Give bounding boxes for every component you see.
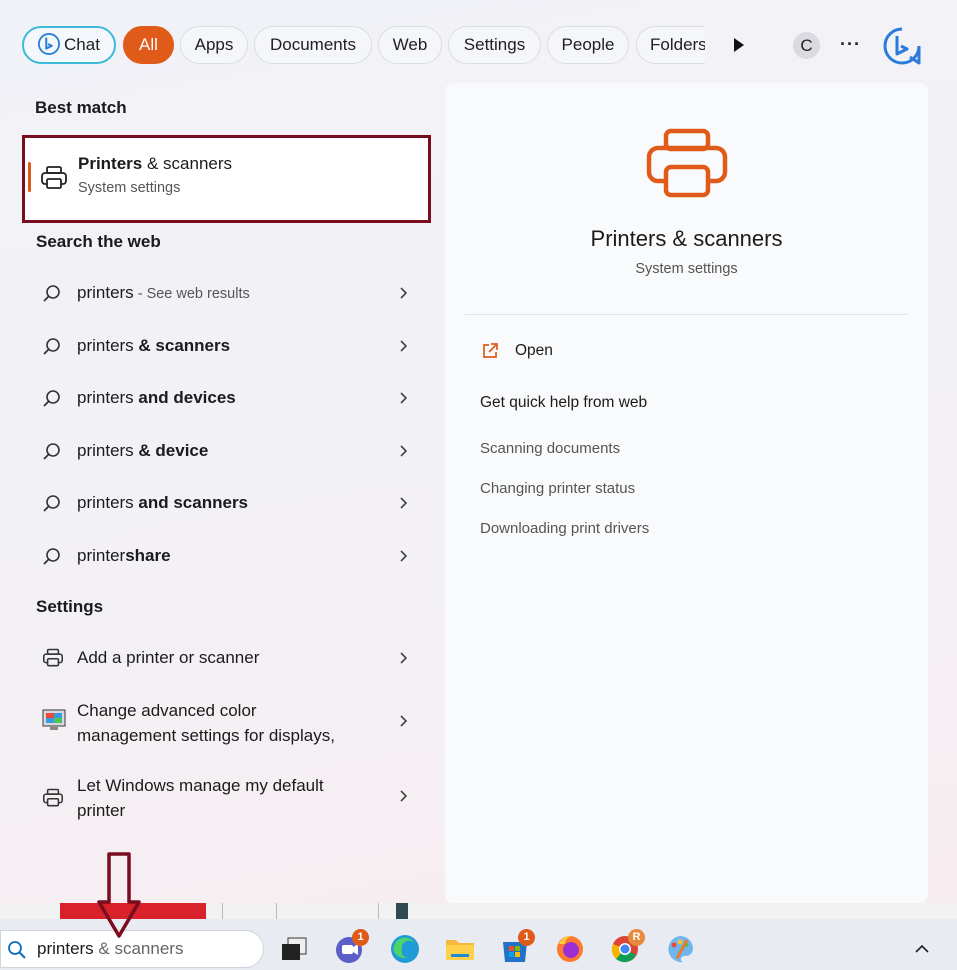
- chevron-right-icon: [400, 287, 408, 299]
- help-link[interactable]: Changing printer status: [480, 480, 635, 497]
- settings-result-item[interactable]: Change advanced color management setting…: [30, 698, 420, 750]
- quick-help-heading: Get quick help from web: [480, 394, 648, 411]
- chevron-right-icon: [400, 445, 408, 457]
- background-divider: [222, 903, 223, 919]
- web-result-item[interactable]: printers and devices: [30, 385, 420, 411]
- settings-result-item[interactable]: Let Windows manage my default printer: [30, 773, 420, 825]
- chevron-right-icon: [400, 497, 408, 509]
- detail-subtitle: System settings: [635, 261, 738, 277]
- edge-browser-icon[interactable]: [388, 932, 422, 966]
- web-result-text: printers & scanners: [77, 336, 231, 355]
- detail-title: Printers & scanners: [590, 226, 783, 251]
- web-result-item[interactable]: printers - See web results: [30, 280, 420, 306]
- notification-badge: 1: [518, 929, 535, 946]
- search-icon: [8, 941, 26, 959]
- tab-all[interactable]: All: [123, 26, 174, 64]
- best-match-heading: Best match: [35, 98, 127, 117]
- tab-web[interactable]: Web: [378, 26, 442, 64]
- tab-folders[interactable]: Folders: [636, 26, 705, 64]
- printer-large-icon: [646, 128, 728, 198]
- account-avatar[interactable]: C: [793, 32, 820, 59]
- printer-icon: [43, 648, 63, 667]
- help-link[interactable]: Scanning documents: [480, 440, 620, 457]
- divider: [465, 314, 908, 315]
- search-icon: [43, 338, 60, 355]
- tab-settings[interactable]: Settings: [448, 26, 541, 64]
- open-button[interactable]: Open: [515, 342, 553, 360]
- scroll-right-icon[interactable]: [724, 30, 754, 60]
- web-result-text: printers - See web results: [77, 283, 250, 302]
- search-query: printers & scanners: [37, 939, 184, 958]
- printer-icon: [43, 788, 63, 807]
- firefox-icon[interactable]: [553, 932, 587, 966]
- chat-button[interactable]: Chat: [22, 26, 116, 64]
- web-result-text: printershare: [77, 546, 171, 565]
- settings-result-line1: Change advanced color: [77, 701, 257, 720]
- chevron-right-icon: [400, 790, 408, 802]
- detail-pane: Printers & scanners System settings Open…: [445, 83, 928, 903]
- chat-label: Chat: [64, 35, 100, 54]
- web-result-item[interactable]: printers & device: [30, 438, 420, 464]
- search-web-heading: Search the web: [36, 232, 161, 251]
- best-match-subtitle: System settings: [78, 180, 181, 196]
- down-arrow-annotation-icon: [97, 852, 141, 938]
- web-result-item[interactable]: printershare: [30, 543, 420, 569]
- best-match-item[interactable]: Printers & scanners System settings: [22, 135, 431, 223]
- tab-documents[interactable]: Documents: [254, 26, 372, 64]
- search-icon: [43, 548, 60, 565]
- web-result-item[interactable]: printers & scanners: [30, 333, 420, 359]
- settings-result-line2: management settings for displays,: [77, 726, 335, 745]
- web-result-item[interactable]: printers and scanners: [30, 490, 420, 516]
- bing-chat-icon: [38, 33, 61, 56]
- bing-logo-icon[interactable]: [882, 26, 922, 66]
- color-management-icon: [42, 709, 66, 730]
- notification-badge: 1: [352, 929, 369, 946]
- best-match-title: Printers & scanners: [78, 154, 233, 173]
- search-icon: [43, 390, 60, 407]
- settings-result-text: Add a printer or scanner: [77, 648, 260, 667]
- background-divider: [276, 903, 277, 919]
- printer-icon: [41, 166, 67, 189]
- settings-result-line1: Let Windows manage my default: [77, 776, 324, 795]
- more-options-button[interactable]: ···: [840, 34, 861, 55]
- task-view-icon[interactable]: [278, 932, 312, 966]
- web-result-text: printers and devices: [77, 388, 236, 407]
- chevron-right-icon: [400, 715, 408, 727]
- search-icon: [43, 495, 60, 512]
- settings-result-item[interactable]: Add a printer or scanner: [30, 645, 420, 671]
- chevron-right-icon: [400, 392, 408, 404]
- filter-bar: Chat All Apps Documents Web Settings Peo…: [0, 0, 957, 90]
- paint-icon[interactable]: [663, 932, 697, 966]
- tab-apps[interactable]: Apps: [180, 26, 248, 64]
- chevron-right-icon: [400, 550, 408, 562]
- search-icon: [43, 443, 60, 460]
- chevron-right-icon: [400, 340, 408, 352]
- search-icon: [43, 285, 60, 302]
- background-divider: [378, 903, 379, 919]
- settings-heading: Settings: [36, 597, 104, 616]
- tab-people[interactable]: People: [547, 26, 629, 64]
- open-external-icon: [483, 343, 498, 358]
- profile-badge: R: [628, 929, 645, 946]
- file-explorer-icon[interactable]: [443, 932, 477, 966]
- help-link[interactable]: Downloading print drivers: [480, 520, 649, 537]
- settings-result-line2: printer: [77, 801, 126, 820]
- search-panel: Chat All Apps Documents Web Settings Peo…: [0, 0, 957, 903]
- web-result-text: printers and scanners: [77, 493, 249, 512]
- background-divider: [396, 903, 408, 919]
- selection-accent: [28, 162, 31, 192]
- chevron-right-icon: [400, 652, 408, 664]
- web-result-text: printers & device: [77, 441, 209, 460]
- chevron-up-icon[interactable]: [914, 942, 930, 956]
